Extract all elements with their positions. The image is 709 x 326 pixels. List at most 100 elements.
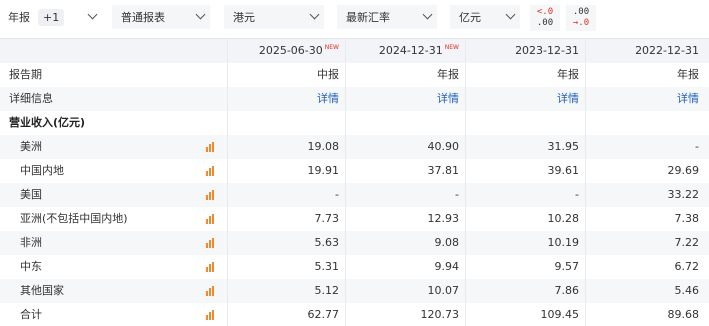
chevron-down-icon (505, 9, 516, 20)
section-row: 营业收入(亿元) (0, 111, 709, 135)
table-row: 亚洲(不包括中国内地) 7.73 12.93 10.28 7.38 (0, 207, 709, 231)
table-cell: 31.95 (466, 135, 586, 159)
table-cell: 109.45 (466, 303, 586, 326)
details-link[interactable]: 详情 (677, 92, 699, 105)
table-cell: 89.68 (667, 308, 700, 321)
row-label: 详细信息 (0, 87, 228, 111)
table-cell: 5.63 (228, 231, 346, 255)
report-period-row: 报告期 中报 年报 年报 年报 (0, 63, 709, 87)
table-cell: 10.19 (466, 231, 586, 255)
table-cell: 年报 (466, 63, 586, 87)
row-label: 其他国家 (20, 284, 64, 297)
report-type-select[interactable]: 普通报表 (112, 5, 210, 29)
table-header-row: 2025-06-30 NEW 2024-12-31 NEW 2023-12-31 2… (0, 39, 709, 63)
row-label: 合计 (20, 308, 42, 321)
period-select-label: 年报 (8, 11, 30, 24)
table-cell (586, 111, 709, 135)
period-badge[interactable]: +1 (38, 8, 65, 26)
column-header[interactable]: 2024-12-31 NEW (346, 39, 466, 63)
bar-chart-icon[interactable] (206, 214, 216, 224)
table-row: 美洲 19.08 40.90 31.95 - (0, 135, 709, 159)
toolbar: 年报 +1 普通报表 港元 最新汇率 亿元 <.0 .00 .00 →.0 (0, 0, 709, 36)
exchange-rate-select[interactable]: 最新汇率 (337, 5, 437, 29)
table-cell: 19.91 (228, 159, 346, 183)
unit-select[interactable]: 亿元 (450, 5, 520, 29)
table-row: 合计 62.77 120.73 109.45 89.68 (0, 303, 709, 326)
chevron-down-icon (195, 9, 206, 20)
table-cell: 120.73 (346, 303, 466, 326)
exchange-rate-label: 最新汇率 (346, 11, 390, 24)
column-header[interactable]: 2025-06-30 NEW (228, 39, 346, 63)
table-cell: 9.57 (466, 255, 586, 279)
table-cell (346, 111, 466, 135)
table-cell: - (695, 140, 699, 153)
table-cell: 19.08 (228, 135, 346, 159)
period-select[interactable]: 年报 +1 (0, 5, 102, 29)
table-row: 其他国家 5.12 10.07 7.86 5.46 (0, 279, 709, 303)
bar-chart-icon[interactable] (206, 142, 216, 152)
table-cell: 年报 (677, 68, 699, 81)
chevron-down-icon (87, 9, 98, 20)
table-cell: 29.69 (667, 164, 700, 177)
table-cell (228, 111, 346, 135)
table-cell: 10.07 (346, 279, 466, 303)
table-cell: 5.12 (228, 279, 346, 303)
header-corner (0, 39, 228, 63)
table-cell: 40.90 (346, 135, 466, 159)
table-cell: 10.28 (466, 207, 586, 231)
table-cell: 7.86 (466, 279, 586, 303)
bar-chart-icon[interactable] (206, 190, 216, 200)
column-header[interactable]: 2022-12-31 (586, 39, 709, 63)
column-date: 2025-06-30 (258, 44, 323, 57)
decrease-decimals-bottom: .00 (536, 18, 554, 28)
currency-select[interactable]: 港元 (224, 5, 324, 29)
details-link[interactable]: 详情 (557, 92, 579, 105)
table-cell: 62.77 (228, 303, 346, 326)
details-row: 详细信息 详情 详情 详情 详情 (0, 87, 709, 111)
table-cell: 6.72 (674, 260, 700, 273)
table-cell: 年报 (346, 63, 466, 87)
details-link[interactable]: 详情 (317, 92, 339, 105)
bar-chart-icon[interactable] (206, 262, 216, 272)
new-badge: NEW (324, 44, 339, 51)
table-cell: 5.46 (674, 284, 700, 297)
table-cell: 9.08 (346, 231, 466, 255)
column-date: 2023-12-31 (515, 44, 579, 57)
table-row: 非洲 5.63 9.08 10.19 7.22 (0, 231, 709, 255)
table-cell: 12.93 (346, 207, 466, 231)
table-cell: - (346, 183, 466, 207)
chevron-down-icon (309, 9, 320, 20)
table-cell: 37.81 (346, 159, 466, 183)
table-cell: 39.61 (466, 159, 586, 183)
bar-chart-icon[interactable] (206, 286, 216, 296)
table-cell: - (466, 183, 586, 207)
row-label: 美国 (20, 188, 42, 201)
currency-label: 港元 (233, 11, 255, 24)
table-cell: 33.22 (667, 188, 700, 201)
new-badge: NEW (444, 44, 459, 51)
decrease-decimals-top: <.0 (536, 7, 554, 17)
row-label: 美洲 (20, 140, 42, 153)
row-label: 中东 (20, 260, 42, 273)
row-label: 非洲 (20, 236, 42, 249)
row-label: 亚洲(不包括中国内地) (20, 212, 128, 225)
report-type-label: 普通报表 (121, 11, 165, 24)
increase-decimals-top: .00 (572, 7, 590, 17)
financial-table: 2025-06-30 NEW 2024-12-31 NEW 2023-12-31 2… (0, 38, 709, 326)
table-cell: 7.73 (228, 207, 346, 231)
details-link[interactable]: 详情 (437, 92, 459, 105)
table-cell: - (228, 183, 346, 207)
table-row: 美国 - - - 33.22 (0, 183, 709, 207)
decrease-decimals-button[interactable]: <.0 .00 (530, 5, 560, 31)
bar-chart-icon[interactable] (206, 238, 216, 248)
bar-chart-icon[interactable] (206, 310, 216, 320)
bar-chart-icon[interactable] (206, 166, 216, 176)
section-title: 营业收入(亿元) (0, 111, 228, 135)
column-date: 2022-12-31 (635, 44, 699, 57)
table-cell: 5.31 (228, 255, 346, 279)
row-label: 中国内地 (20, 164, 64, 177)
table-cell (466, 111, 586, 135)
increase-decimals-button[interactable]: .00 →.0 (566, 5, 596, 31)
table-cell: 7.22 (674, 236, 700, 249)
column-header[interactable]: 2023-12-31 (466, 39, 586, 63)
